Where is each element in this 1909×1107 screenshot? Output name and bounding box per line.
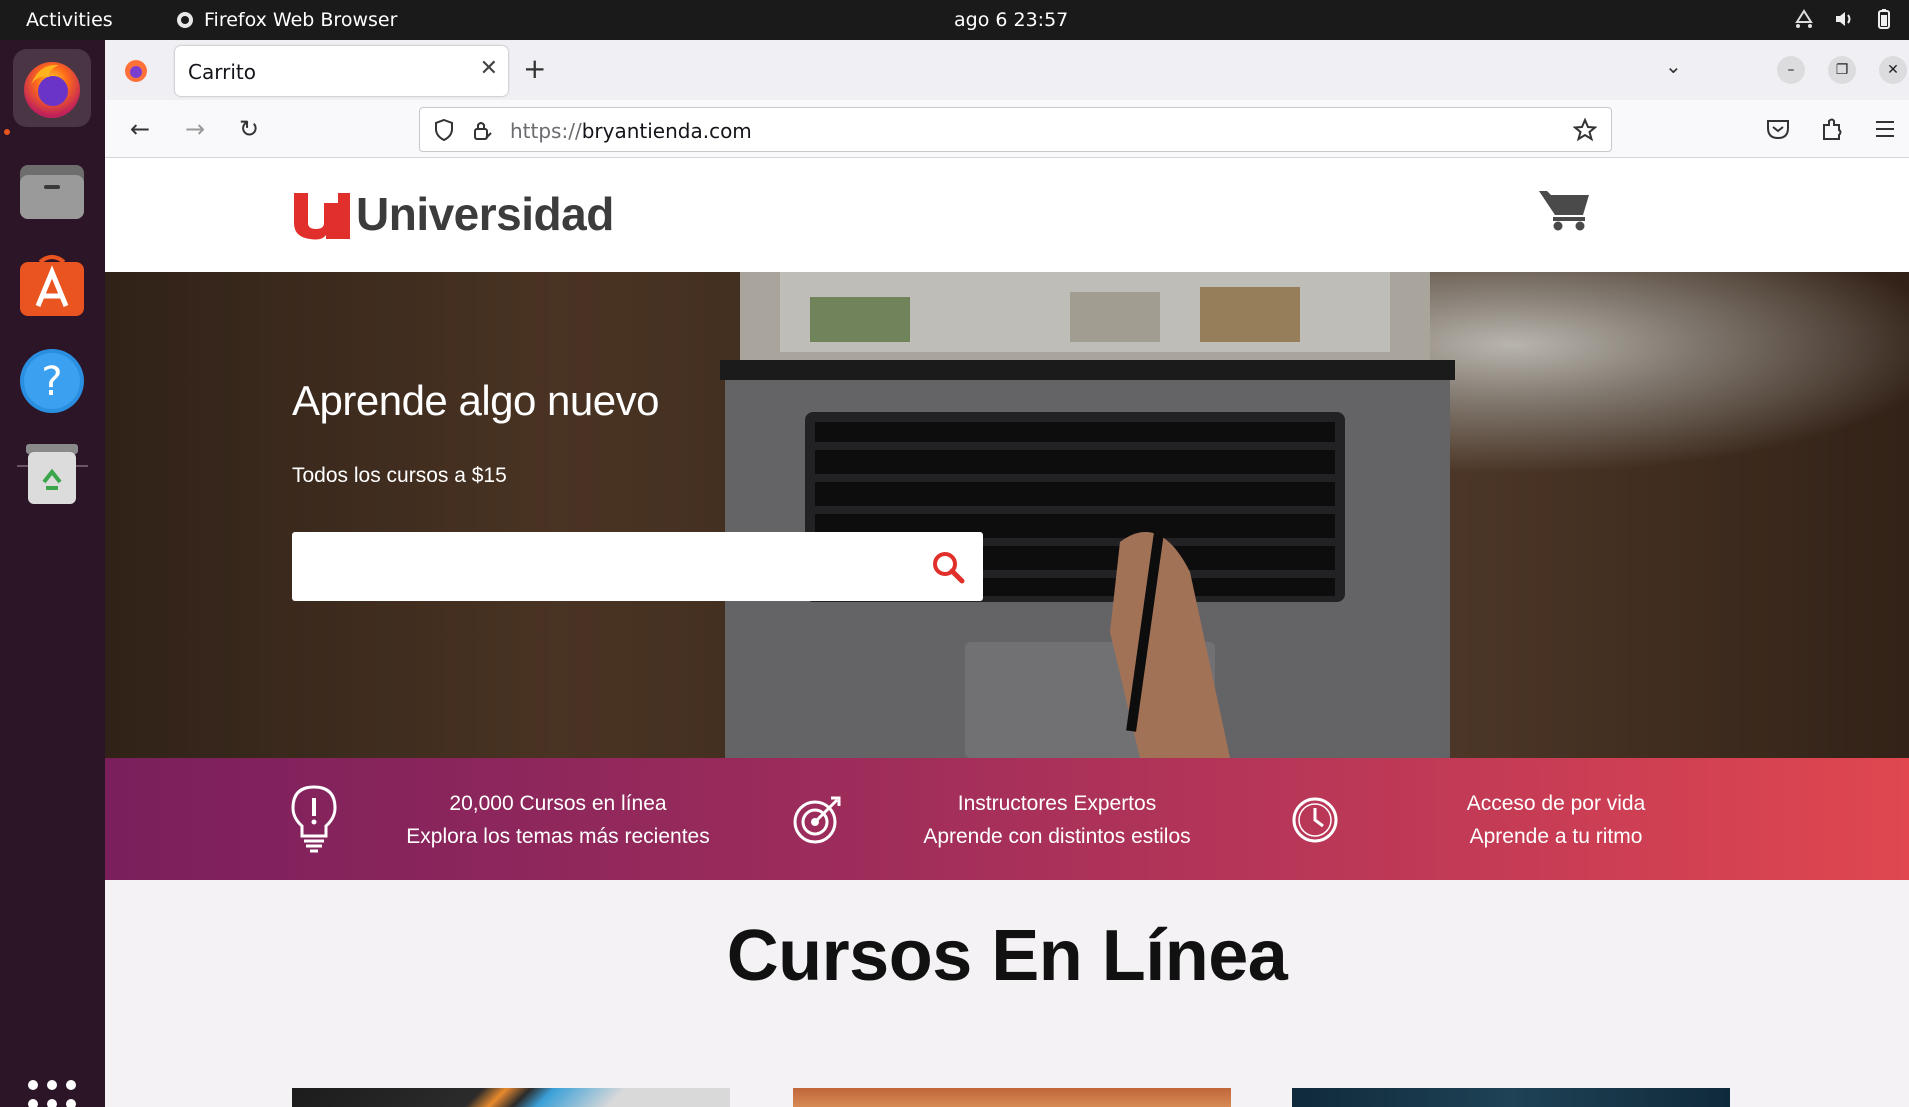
hero-subtitle: Todos los cursos a $15	[292, 464, 507, 487]
web-page: Universidad Aprende algo nuevo Todos los…	[105, 159, 1909, 1107]
system-tray[interactable]	[1793, 8, 1895, 30]
search-input[interactable]	[292, 532, 912, 601]
target-icon	[793, 796, 841, 844]
feature-access: Acceso de por vida Aprende a tu ritmo	[1376, 787, 1736, 853]
extensions-icon[interactable]	[1819, 116, 1845, 142]
software-store-icon	[20, 255, 84, 316]
minimize-button[interactable]: –	[1777, 56, 1805, 84]
pocket-icon[interactable]	[1765, 116, 1791, 142]
dock-software[interactable]	[13, 245, 91, 323]
volume-icon	[1833, 8, 1855, 30]
url-text[interactable]: https://bryantienda.com	[510, 119, 752, 143]
url-bar[interactable]: https://bryantienda.com	[419, 107, 1612, 152]
clock-icon	[1292, 797, 1338, 843]
navigation-toolbar: ← → ↻ https://bryantienda.com	[105, 100, 1909, 158]
dock-trash[interactable]	[13, 435, 91, 513]
firefox-view-icon[interactable]	[123, 58, 149, 84]
list-all-tabs-icon[interactable]: ⌄	[1665, 54, 1682, 78]
restore-button[interactable]: ❐	[1828, 56, 1856, 84]
feature-instructors-title: Instructores Expertos	[957, 792, 1157, 815]
reload-icon[interactable]: ↻	[236, 115, 262, 143]
firefox-icon	[24, 62, 80, 118]
firefox-small-icon	[177, 12, 193, 28]
logo-u-mark	[294, 193, 350, 240]
dock-files[interactable]	[13, 152, 91, 230]
tracking-protection-shield-icon[interactable]	[432, 118, 456, 142]
bookmark-star-icon[interactable]	[1573, 118, 1597, 142]
dock-firefox[interactable]	[13, 49, 91, 127]
files-icon	[20, 165, 84, 219]
hero-overlay	[105, 272, 1909, 758]
lightbulb-icon	[291, 785, 337, 853]
tab-close-icon[interactable]: ✕	[480, 56, 498, 81]
course-card-html-css[interactable]	[292, 1088, 730, 1107]
app-name-label: Firefox Web Browser	[204, 9, 398, 31]
site-logo[interactable]: Universidad	[292, 187, 614, 241]
cart-icon[interactable]	[1539, 187, 1591, 231]
site-header: Universidad	[105, 159, 1909, 272]
tab-carrito[interactable]: Carrito ✕	[175, 46, 508, 96]
feature-instructors: Instructores Expertos Aprende con distin…	[877, 787, 1237, 853]
show-applications-button[interactable]	[28, 1080, 76, 1107]
hero-banner: Aprende algo nuevo Todos los cursos a $1…	[105, 272, 1909, 758]
forward-icon[interactable]: →	[182, 115, 208, 143]
course-card-3[interactable]	[1292, 1088, 1730, 1107]
course-card-2[interactable]	[793, 1088, 1231, 1107]
feature-courses-title: 20,000 Cursos en línea	[449, 792, 667, 815]
menu-hamburger-icon[interactable]	[1874, 118, 1896, 140]
system-top-bar: Activities Firefox Web Browser ago 6 23:…	[0, 0, 1909, 40]
feature-courses-desc: Explora los temas más recientes	[406, 825, 710, 848]
activities-button[interactable]: Activities	[26, 9, 113, 31]
courses-section-title: Cursos En Línea	[726, 916, 1288, 996]
trash-icon	[26, 444, 78, 504]
tab-title: Carrito	[188, 60, 256, 84]
firefox-window: Carrito ✕ + ⌄ – ❐ ✕ ← → ↻ https://bryant…	[105, 40, 1909, 1107]
tab-bar: Carrito ✕ + ⌄ – ❐ ✕	[105, 40, 1909, 100]
new-tab-button[interactable]: +	[523, 52, 546, 85]
svg-text:?: ?	[41, 359, 62, 405]
lock-icon[interactable]	[470, 118, 494, 142]
battery-icon	[1873, 8, 1895, 30]
network-icon	[1793, 8, 1815, 30]
running-indicator	[4, 129, 10, 135]
feature-courses: 20,000 Cursos en línea Explora los temas…	[378, 787, 738, 853]
back-icon[interactable]: ←	[127, 115, 153, 143]
help-icon: ?	[20, 349, 84, 413]
app-menu[interactable]: Firefox Web Browser	[176, 9, 397, 31]
clock[interactable]: ago 6 23:57	[954, 9, 1068, 31]
search-icon[interactable]	[931, 550, 965, 584]
dock: ?	[0, 40, 105, 1107]
hero-title: Aprende algo nuevo	[292, 377, 659, 424]
close-window-button[interactable]: ✕	[1879, 56, 1907, 84]
logo-text: Universidad	[356, 188, 614, 240]
feature-instructors-desc: Aprende con distintos estilos	[923, 825, 1191, 848]
course-search-box	[292, 532, 983, 601]
feature-access-title: Acceso de por vida	[1466, 792, 1646, 815]
dock-help[interactable]: ?	[13, 342, 91, 420]
feature-access-desc: Aprende a tu ritmo	[1469, 825, 1643, 848]
features-bar: 20,000 Cursos en línea Explora los temas…	[105, 758, 1909, 880]
